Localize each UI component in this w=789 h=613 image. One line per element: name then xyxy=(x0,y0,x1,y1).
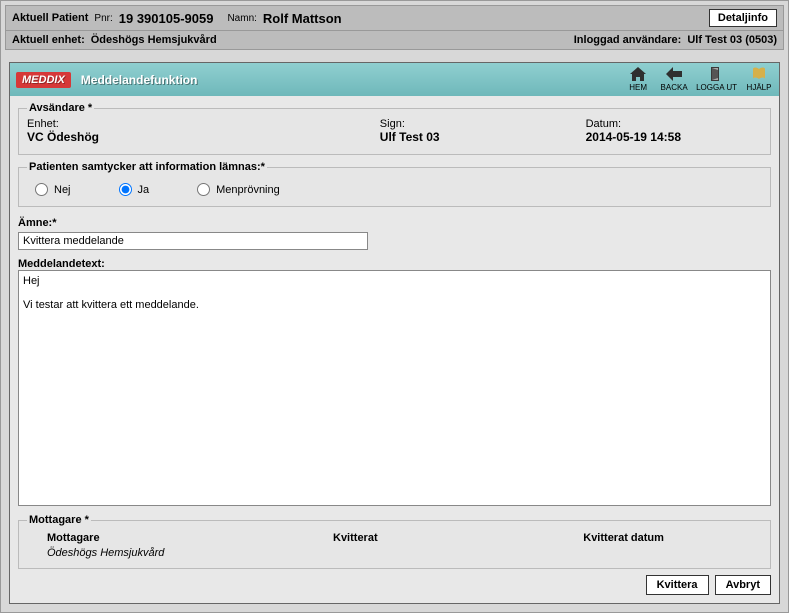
consent-ja-radio[interactable] xyxy=(119,183,132,196)
recip-col-mottagare: Mottagare xyxy=(47,532,333,544)
panel-header: MEDDIX Meddelandefunktion HEM BACKA LOGG… xyxy=(10,63,779,96)
detail-button[interactable]: Detaljinfo xyxy=(709,9,777,27)
consent-nej-label: Nej xyxy=(54,184,71,196)
consent-ja-label: Ja xyxy=(138,184,150,196)
brand-logo: MEDDIX xyxy=(16,72,71,88)
toolbar-hem[interactable]: HEM xyxy=(624,67,652,92)
sign-value: Ulf Test 03 xyxy=(380,130,586,144)
kvittera-button[interactable]: Kvittera xyxy=(646,575,709,595)
pnr-label: Pnr: xyxy=(94,13,112,24)
recipient-header-row: Mottagare Kvitterat Kvitterat datum xyxy=(27,530,762,546)
aktuell-patient-label: Aktuell Patient xyxy=(12,12,88,24)
namn-value: Rolf Mattson xyxy=(263,11,342,26)
consent-nej-radio[interactable] xyxy=(35,183,48,196)
recip-value-kvitterat-datum xyxy=(583,547,762,559)
sender-fieldset: Avsändare * Enhet: Sign: Datum: VC Ödesh… xyxy=(18,102,771,155)
recip-col-kvitterat-datum: Kvitterat datum xyxy=(583,532,762,544)
toolbar-hem-label: HEM xyxy=(629,83,647,92)
home-icon xyxy=(630,67,646,83)
top-bar: Aktuell Patient Pnr: 19 390105-9059 Namn… xyxy=(5,5,784,50)
namn-label: Namn: xyxy=(227,13,256,24)
recip-value-mottagare: Ödeshögs Hemsjukvård xyxy=(47,547,333,559)
recip-value-kvitterat xyxy=(333,547,583,559)
logout-door-icon xyxy=(709,67,725,83)
recipient-fieldset: Mottagare * Mottagare Kvitterat Kvittera… xyxy=(18,514,771,569)
toolbar-hjalp-label: HJÄLP xyxy=(747,83,772,92)
consent-men-radio[interactable] xyxy=(197,183,210,196)
loggedin-label: Inloggad användare: xyxy=(574,34,682,46)
datum-label: Datum: xyxy=(586,118,762,130)
panel-title: Meddelandefunktion xyxy=(81,73,198,87)
sign-label: Sign: xyxy=(380,118,586,130)
aktuell-enhet-value: Ödeshögs Hemsjukvård xyxy=(91,34,217,46)
toolbar-loggaut[interactable]: LOGGA UT xyxy=(696,67,737,92)
patient-row: Aktuell Patient Pnr: 19 390105-9059 Namn… xyxy=(6,6,783,31)
consent-ja[interactable]: Ja xyxy=(119,183,150,196)
enhet-label: Enhet: xyxy=(27,118,380,130)
loggedin-value: Ulf Test 03 (0503) xyxy=(687,34,777,46)
help-book-icon xyxy=(751,67,767,83)
message-label: Meddelandetext: xyxy=(18,258,771,270)
consent-men-label: Menprövning xyxy=(216,184,280,196)
message-textarea[interactable] xyxy=(18,270,771,506)
consent-menprovning[interactable]: Menprövning xyxy=(197,183,280,196)
datum-value: 2014-05-19 14:58 xyxy=(586,130,762,144)
toolbar-loggaut-label: LOGGA UT xyxy=(696,83,737,92)
sender-section-label: Avsändare * xyxy=(27,102,94,114)
consent-section-label: Patienten samtycker att information lämn… xyxy=(27,161,267,173)
pnr-value: 19 390105-9059 xyxy=(119,11,214,26)
avbryt-button[interactable]: Avbryt xyxy=(715,575,771,595)
recipient-section-label: Mottagare * xyxy=(27,514,91,526)
toolbar-hjalp[interactable]: HJÄLP xyxy=(745,67,773,92)
aktuell-enhet-label: Aktuell enhet: xyxy=(12,34,85,46)
unit-row: Aktuell enhet: Ödeshögs Hemsjukvård Inlo… xyxy=(6,31,783,49)
toolbar-backa-label: BACKA xyxy=(661,83,688,92)
toolbar-backa[interactable]: BACKA xyxy=(660,67,688,92)
recipient-row: Ödeshögs Hemsjukvård xyxy=(27,546,762,560)
subject-input[interactable] xyxy=(18,232,368,250)
enhet-value: VC Ödeshög xyxy=(27,130,380,144)
subject-label: Ämne:* xyxy=(18,217,771,229)
recip-col-kvitterat: Kvitterat xyxy=(333,532,583,544)
back-arrow-icon xyxy=(666,67,682,83)
consent-fieldset: Patienten samtycker att information lämn… xyxy=(18,161,771,207)
consent-nej[interactable]: Nej xyxy=(35,183,71,196)
